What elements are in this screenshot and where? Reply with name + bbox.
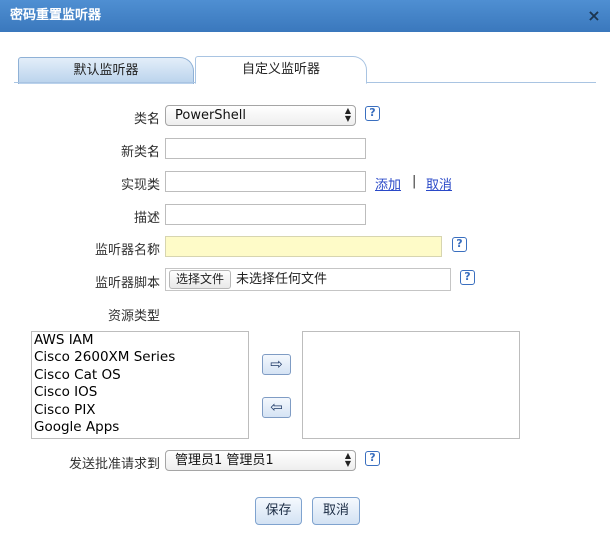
cancel-link[interactable]: 取消 <box>426 174 452 193</box>
select-arrows-icon: ▲ ▼ <box>344 451 351 468</box>
list-item[interactable]: Google Apps <box>32 419 248 436</box>
class-name-colon: ： <box>148 112 162 127</box>
impl-class-colon: ： <box>148 178 162 193</box>
help-icon[interactable]: ? <box>460 270 475 285</box>
impl-class-label: 实现类 <box>120 178 160 193</box>
tab-custom-listener[interactable]: 自定义监听器 <box>195 56 367 84</box>
send-approval-select[interactable]: 管理员1 管理员1 ▲ ▼ <box>165 450 356 471</box>
dialog-title: 密码重置监听器 <box>10 8 102 23</box>
impl-class-input[interactable] <box>165 171 366 192</box>
new-class-name-colon: ： <box>148 145 162 160</box>
list-item[interactable]: Cisco IOS <box>32 384 248 401</box>
class-name-value: PowerShell <box>175 108 247 123</box>
tab-label: 自定义监听器 <box>241 62 320 77</box>
list-item[interactable]: Cisco PIX <box>32 402 248 419</box>
choose-file-button[interactable]: 选择文件 <box>169 270 232 289</box>
no-file-text: 未选择任何文件 <box>236 272 328 287</box>
link-separator: | <box>412 174 417 189</box>
resource-types-colon: ： <box>148 309 162 324</box>
listener-name-label: 监听器名称 <box>94 243 160 258</box>
arrow-right-icon: ⇨ <box>270 355 283 373</box>
help-icon[interactable]: ? <box>365 451 380 466</box>
listener-name-colon: ： <box>148 243 162 258</box>
class-name-select[interactable]: PowerShell ▲ ▼ <box>165 105 356 126</box>
send-approval-value: 管理员1 管理员1 <box>175 453 274 468</box>
dialog-titlebar: 密码重置监听器 × <box>0 0 610 32</box>
add-link[interactable]: 添加 <box>375 174 401 193</box>
listener-script-colon: ： <box>148 276 162 291</box>
new-class-name-label: 新类名 <box>120 145 160 160</box>
move-left-button[interactable]: ⇦ <box>262 397 291 418</box>
resource-types-label: 资源类型 <box>107 309 160 324</box>
selected-resources-list[interactable] <box>302 331 520 439</box>
file-picker: 选择文件 未选择任何文件 <box>165 268 451 291</box>
select-arrows-icon: ▲ ▼ <box>344 106 351 123</box>
send-approval-label: 发送批准请求到 <box>68 457 160 472</box>
class-name-label: 类名 <box>133 112 160 127</box>
description-label: 描述 <box>133 211 160 226</box>
arrow-left-icon: ⇦ <box>270 398 283 416</box>
tab-label: 默认监听器 <box>73 63 139 78</box>
move-right-button[interactable]: ⇨ <box>262 354 291 375</box>
listener-name-input[interactable] <box>165 236 442 257</box>
description-colon: ： <box>148 211 162 226</box>
new-class-name-input[interactable] <box>165 138 366 159</box>
list-item[interactable]: AWS IAM <box>32 332 248 349</box>
send-approval-colon: ： <box>148 457 162 472</box>
tab-default-listener[interactable]: 默认监听器 <box>18 57 194 84</box>
close-icon[interactable]: × <box>586 8 602 24</box>
help-icon[interactable]: ? <box>365 106 380 121</box>
save-button[interactable]: 保存 <box>255 497 302 525</box>
available-resources-list[interactable]: AWS IAM Cisco 2600XM Series Cisco Cat OS… <box>31 331 249 439</box>
description-input[interactable] <box>165 204 366 225</box>
cancel-button[interactable]: 取消 <box>312 497 360 525</box>
listener-script-label: 监听器脚本 <box>94 276 160 291</box>
list-item[interactable]: Cisco 2600XM Series <box>32 349 248 366</box>
list-item[interactable]: Cisco Cat OS <box>32 367 248 384</box>
help-icon[interactable]: ? <box>452 237 467 252</box>
